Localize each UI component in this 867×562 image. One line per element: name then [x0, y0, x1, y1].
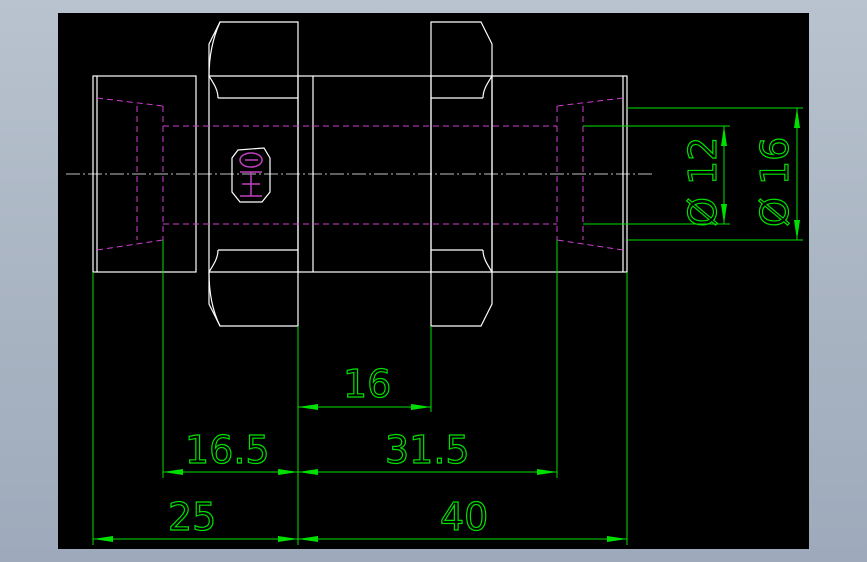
dim-text-16: 16 [343, 362, 391, 406]
dim-text-40: 40 [440, 495, 488, 539]
logo-stamp [231, 147, 271, 203]
dimension-40: 40 [298, 494, 627, 542]
dim-text-31-5: 31.5 [385, 428, 470, 472]
dimension-dia-16: Ø 16 [752, 108, 800, 240]
dim-text-16-5: 16.5 [185, 428, 270, 472]
cad-drawing-area: 16 16.5 31.5 25 40 Ø 12 Ø 16 [58, 13, 809, 549]
dimension-16: 16 [298, 361, 431, 410]
dimension-25: 25 [93, 494, 298, 542]
dim-text-25: 25 [168, 495, 216, 539]
cad-svg: 16 16.5 31.5 25 40 Ø 12 Ø 16 [66, 21, 803, 545]
dimension-dia-12: Ø 12 [680, 126, 727, 228]
dimension-31-5: 31.5 [298, 427, 557, 475]
dimension-16-5: 16.5 [163, 427, 298, 475]
dim-text-dia-12: Ø 12 [681, 137, 725, 227]
dim-text-dia-16: Ø 16 [753, 137, 797, 227]
